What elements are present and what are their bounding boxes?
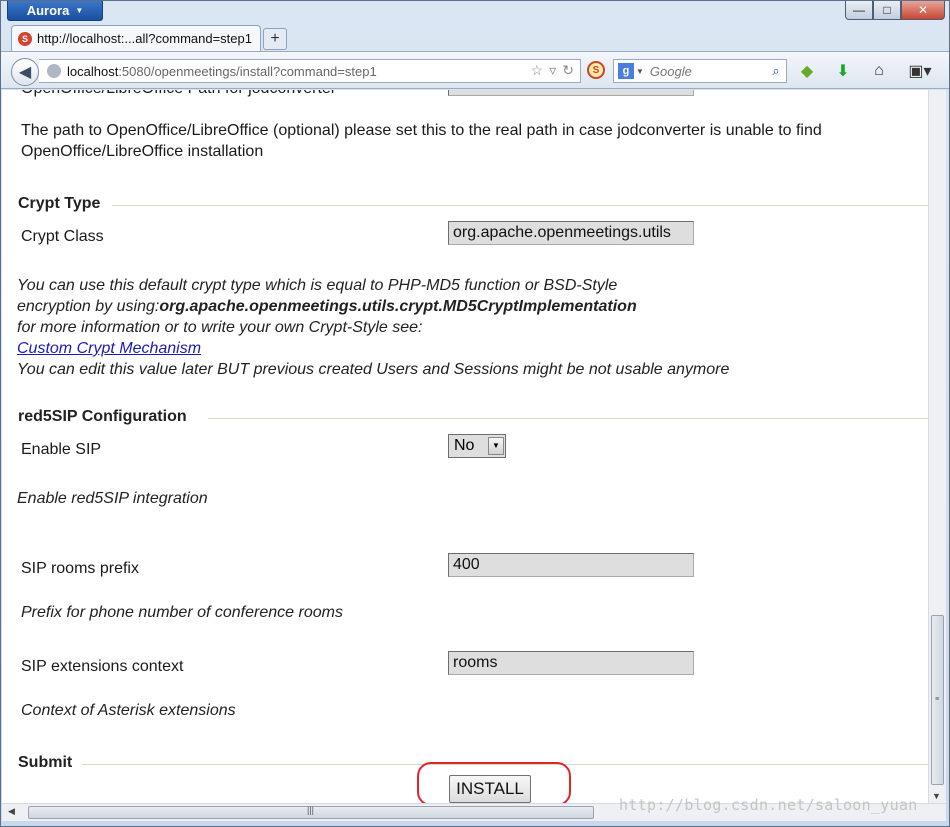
url-path: :5080/openmeetings/install?command=step1: [118, 63, 377, 79]
scroll-left-arrow-icon[interactable]: ◀: [8, 806, 15, 817]
url-bar[interactable]: localhost:5080/openmeetings/install?comm…: [39, 59, 581, 83]
chevron-down-icon: ▼: [75, 6, 84, 15]
openmeetings-favicon-icon: S: [18, 31, 32, 46]
tab-title: http://localhost:...all?command=step1: [37, 31, 252, 46]
sip-prefix-help: Prefix for phone number of conference ro…: [21, 604, 343, 621]
watermark: http://blog.csdn.net/saloon_yuan: [619, 796, 918, 814]
sip-config-divider: [208, 418, 928, 419]
search-bar[interactable]: g ▼ Google ⌕: [613, 59, 787, 83]
crypt-default-class: org.apache.openmeetings.utils.crypt.MD5C…: [159, 298, 637, 315]
custom-crypt-link[interactable]: Custom Crypt Mechanism: [17, 340, 201, 357]
install-button[interactable]: INSTALL: [449, 775, 531, 803]
sip-context-input[interactable]: [448, 651, 694, 675]
title-bar: Aurora ▼ — □ ✕: [1, 1, 949, 25]
back-arrow-icon: ◀: [18, 64, 32, 81]
tab-install[interactable]: S http://localhost:...all?command=step1: [11, 25, 261, 51]
search-placeholder: Google: [649, 63, 692, 79]
url-host: localhost: [67, 63, 119, 79]
window-controls: — □ ✕: [845, 1, 945, 20]
history-dropdown-icon[interactable]: ▿: [549, 62, 556, 79]
enable-sip-select[interactable]: No ▼: [448, 434, 506, 458]
sip-prefix-input[interactable]: [448, 553, 694, 577]
crypt-class-label: Crypt Class: [21, 228, 104, 245]
scroll-down-arrow-icon[interactable]: ▼: [932, 791, 941, 801]
close-button[interactable]: ✕: [901, 1, 945, 20]
crypt-type-divider: [112, 205, 928, 206]
app-menu-button[interactable]: Aurora ▼: [7, 1, 103, 21]
plus-icon: +: [270, 30, 280, 47]
enable-sip-label: Enable SIP: [21, 441, 102, 458]
enable-sip-help: Enable red5SIP integration: [17, 490, 208, 507]
minimize-button[interactable]: —: [845, 1, 873, 20]
chevron-down-icon[interactable]: ▼: [488, 437, 504, 455]
horizontal-scroll-thumb[interactable]: |||: [28, 805, 594, 819]
noscript-icon[interactable]: S: [587, 61, 605, 79]
crypt-help-line-5: You can edit this value later BUT previo…: [17, 361, 730, 378]
crypt-class-input[interactable]: [448, 221, 694, 245]
search-icon[interactable]: ⌕: [766, 63, 786, 79]
sip-context-help: Context of Asterisk extensions: [21, 702, 236, 719]
openoffice-help-line-1: The path to OpenOffice/LibreOffice (opti…: [21, 122, 822, 139]
crypt-type-legend: Crypt Type: [18, 195, 101, 212]
crypt-help-line-1: You can use this default crypt type whic…: [17, 277, 618, 294]
search-engine-chevron-icon[interactable]: ▼: [636, 67, 644, 76]
crypt-help-prefix: encryption by using:: [17, 298, 160, 315]
new-tab-button[interactable]: +: [263, 28, 287, 50]
google-icon: g: [618, 63, 634, 79]
page-content: OpenOffice/LibreOffice Path for jodconve…: [2, 90, 928, 803]
navigation-toolbar: ◀ localhost:5080/openmeetings/install?co…: [1, 51, 949, 89]
openoffice-path-input[interactable]: [448, 90, 694, 96]
globe-icon: [47, 64, 61, 78]
sip-config-legend: red5SIP Configuration: [18, 408, 187, 425]
vertical-scroll-thumb[interactable]: ≡: [931, 615, 944, 785]
tab-strip: S http://localhost:...all?command=step1 …: [1, 25, 949, 51]
browser-window: Aurora ▼ — □ ✕ S http://localhost:...all…: [0, 0, 950, 827]
addon-diamond-icon[interactable]: ◆: [797, 61, 817, 81]
vertical-scrollbar[interactable]: ≡ ▼: [928, 90, 946, 803]
maximize-button[interactable]: □: [873, 1, 901, 20]
bookmark-star-icon[interactable]: ☆: [531, 62, 544, 79]
openoffice-path-label: OpenOffice/LibreOffice Path for jodconve…: [21, 90, 336, 99]
submit-legend: Submit: [18, 754, 73, 771]
openoffice-help-line-2: OpenOffice/LibreOffice installation: [21, 143, 264, 160]
crypt-help-line-3: for more information or to write your ow…: [17, 319, 423, 336]
app-menu-label: Aurora: [26, 3, 70, 18]
enable-sip-value: No: [454, 437, 475, 454]
download-icon[interactable]: ⬇: [833, 61, 853, 81]
custom-crypt-link-row: Custom Crypt Mechanism: [17, 338, 201, 359]
reload-icon[interactable]: ↻: [562, 62, 574, 79]
home-icon[interactable]: ⌂: [869, 61, 889, 81]
back-button[interactable]: ◀: [11, 58, 39, 86]
sip-prefix-label: SIP rooms prefix: [21, 560, 139, 577]
crypt-help-line-2: encryption by using:org.apache.openmeeti…: [17, 296, 637, 317]
sip-context-label: SIP extensions context: [21, 658, 184, 675]
bookmarks-menu-icon[interactable]: ▣▾: [905, 61, 935, 81]
